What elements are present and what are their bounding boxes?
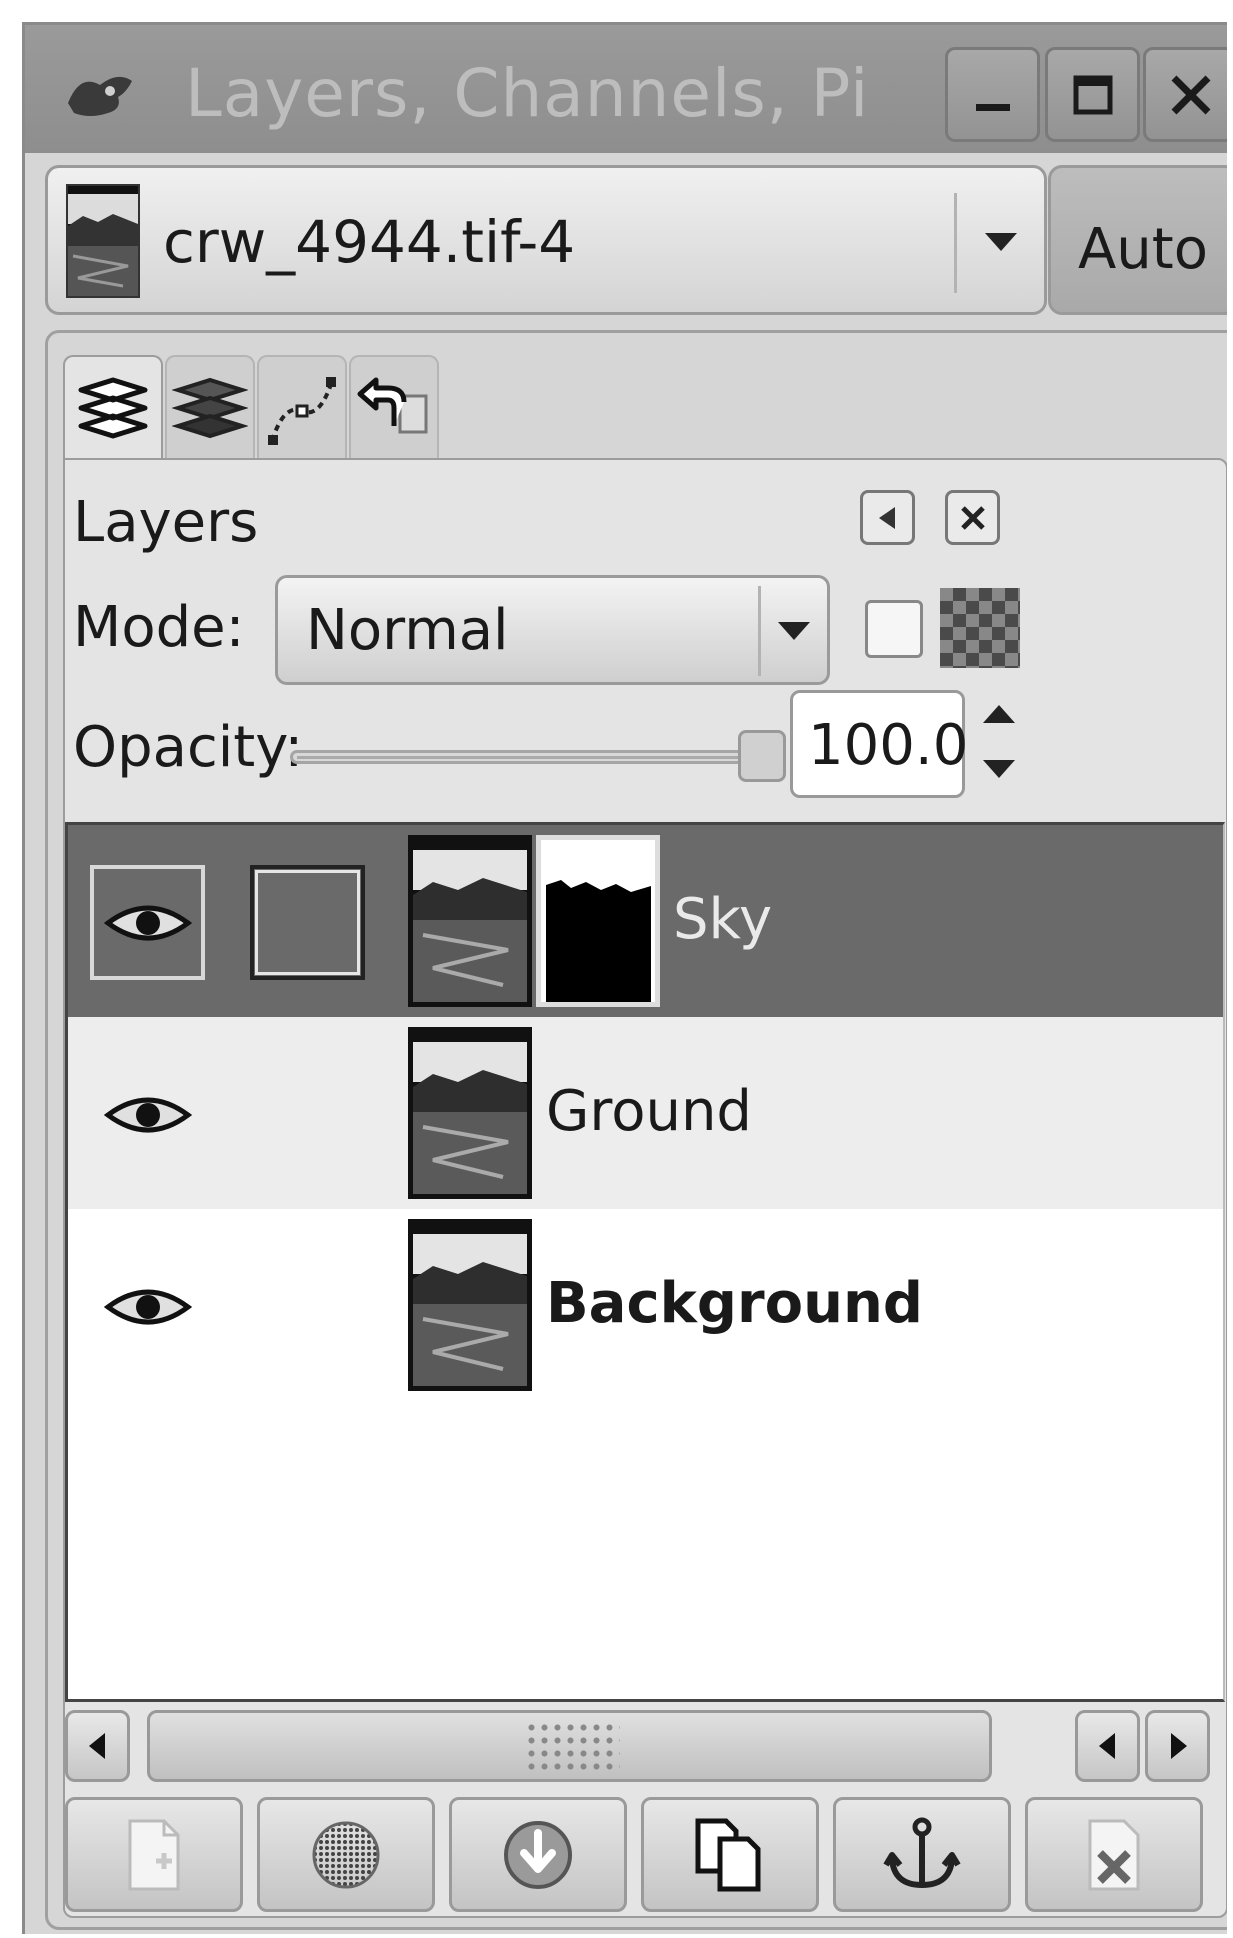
layer-name: Ground xyxy=(546,1079,752,1144)
scroll-left-button[interactable] xyxy=(65,1710,130,1782)
spin-down-icon[interactable] xyxy=(983,760,1015,778)
link-toggle[interactable] xyxy=(250,865,365,980)
mode-label: Mode: xyxy=(73,595,245,660)
paths-icon xyxy=(268,377,336,445)
layer-mask-thumbnail xyxy=(536,835,660,1007)
tab-paths[interactable] xyxy=(257,355,347,465)
layer-list-scrollbar xyxy=(65,1710,1225,1790)
panel-close-button[interactable] xyxy=(945,490,1000,545)
channels-icon xyxy=(172,377,248,439)
title-bar[interactable]: Layers, Channels, Pi xyxy=(25,25,1227,153)
window-title: Layers, Channels, Pi xyxy=(185,55,870,132)
scrollbar-grip xyxy=(525,1721,620,1776)
spin-up-icon[interactable] xyxy=(983,705,1015,723)
layer-thumbnail xyxy=(408,1027,532,1199)
opacity-label: Opacity: xyxy=(73,715,304,780)
chevron-down-icon[interactable] xyxy=(985,233,1017,251)
opacity-slider[interactable] xyxy=(290,750,780,764)
undo-history-icon xyxy=(357,377,428,434)
alpha-checkerboard-icon xyxy=(940,588,1020,668)
layer-row-ground[interactable]: Ground xyxy=(68,1017,1223,1209)
raise-layer-button[interactable] xyxy=(257,1797,435,1912)
layer-name: Sky xyxy=(673,887,773,952)
previous-button[interactable] xyxy=(1075,1710,1140,1782)
layer-row-sky[interactable]: Sky xyxy=(68,825,1223,1017)
layer-action-buttons xyxy=(65,1797,1225,1912)
eye-icon xyxy=(103,905,192,940)
mode-separator xyxy=(758,586,761,676)
visibility-toggle[interactable] xyxy=(90,1057,205,1172)
mode-dropdown[interactable]: Normal xyxy=(275,575,830,685)
close-icon xyxy=(960,505,985,530)
opacity-input[interactable]: 100.0 xyxy=(790,690,968,798)
layers-icon xyxy=(78,377,148,439)
close-window-button[interactable] xyxy=(1143,47,1227,142)
opacity-slider-fill xyxy=(297,756,773,759)
image-selector-combo[interactable]: crw_4944.tif-4 xyxy=(45,165,1047,315)
eye-icon xyxy=(103,1097,192,1132)
minimize-button[interactable] xyxy=(945,47,1040,142)
lower-layer-icon xyxy=(504,1820,572,1889)
minimize-icon xyxy=(975,103,1010,111)
chevron-down-icon xyxy=(778,622,810,640)
tab-layers[interactable] xyxy=(63,355,163,465)
maximize-icon xyxy=(1073,75,1112,114)
image-selector-value: crw_4944.tif-4 xyxy=(163,208,576,276)
duplicate-layer-button[interactable] xyxy=(641,1797,819,1912)
layer-row-background[interactable]: Background xyxy=(68,1209,1223,1401)
anchor-layer-button[interactable] xyxy=(833,1797,1011,1912)
triangle-left-icon xyxy=(88,1733,105,1759)
panel-menu-button[interactable] xyxy=(860,490,915,545)
layer-name: Background xyxy=(546,1271,923,1336)
tab-undo-history[interactable] xyxy=(349,355,439,465)
dock-area: Layers Mode: Normal Opacity: 100.0 Sky G… xyxy=(45,330,1227,1930)
layer-list: Sky Ground Background xyxy=(65,822,1225,1702)
layer-thumbnail xyxy=(408,1219,532,1391)
new-layer-icon xyxy=(128,1819,180,1890)
layers-dialog-window: Layers, Channels, Pi crw_4944.tif-4 Auto xyxy=(22,22,1227,1934)
mode-value: Normal xyxy=(306,598,509,663)
triangle-left-icon xyxy=(878,506,895,529)
opacity-slider-thumb[interactable] xyxy=(738,730,786,782)
triangle-right-icon xyxy=(1170,1733,1187,1759)
delete-layer-icon xyxy=(1088,1819,1140,1890)
panel-title: Layers xyxy=(73,490,259,555)
combo-separator xyxy=(954,193,957,293)
auto-button[interactable]: Auto xyxy=(1048,165,1227,315)
visibility-toggle[interactable] xyxy=(90,865,205,980)
maximize-button[interactable] xyxy=(1045,47,1140,142)
image-thumbnail xyxy=(66,184,140,298)
lower-layer-button[interactable] xyxy=(449,1797,627,1912)
tab-channels[interactable] xyxy=(165,355,255,465)
layer-thumbnail xyxy=(408,835,532,1007)
eye-icon xyxy=(103,1289,192,1324)
next-button[interactable] xyxy=(1145,1710,1210,1782)
triangle-left-icon xyxy=(1098,1733,1115,1759)
anchor-icon xyxy=(883,1817,961,1888)
close-icon xyxy=(1171,75,1210,114)
visibility-toggle[interactable] xyxy=(90,1249,205,1364)
delete-layer-button[interactable] xyxy=(1025,1797,1203,1912)
duplicate-layer-icon xyxy=(695,1818,761,1891)
layers-panel: Layers Mode: Normal Opacity: 100.0 Sky G… xyxy=(63,458,1227,1918)
gimp-app-icon xyxy=(68,76,132,116)
raise-layer-icon xyxy=(312,1821,380,1888)
scrollbar-thumb[interactable] xyxy=(147,1710,992,1782)
lock-alpha-checkbox[interactable] xyxy=(865,600,923,658)
new-layer-button[interactable] xyxy=(65,1797,243,1912)
